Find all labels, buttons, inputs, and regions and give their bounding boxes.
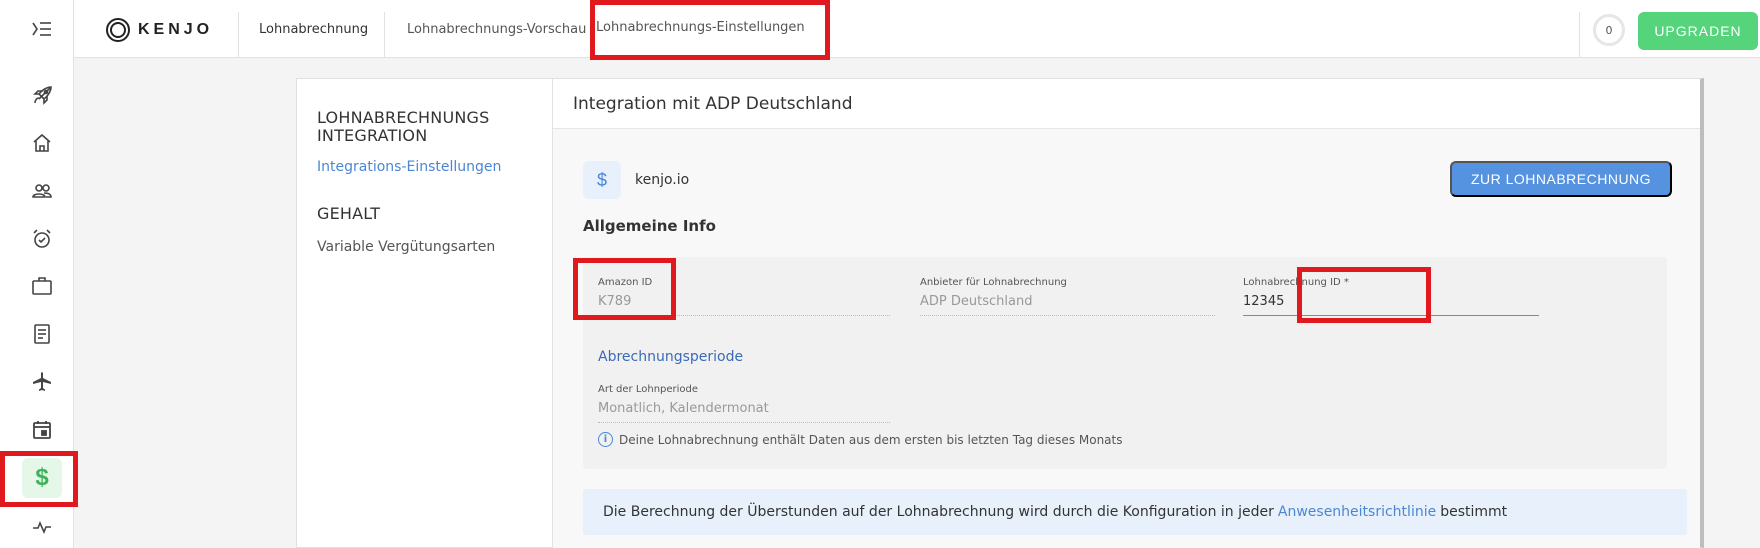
kenjo-logo[interactable]: KENJO xyxy=(106,18,213,42)
rail-item-people[interactable] xyxy=(22,171,62,211)
pay-period-label: Art der Lohnperiode xyxy=(598,384,699,395)
rocket-icon xyxy=(33,86,52,105)
pay-period-field[interactable]: Art der Lohnperiode Monatlich, Kalenderm… xyxy=(598,384,890,423)
pay-period-note: i Deine Lohnabrechnung enthält Daten aus… xyxy=(598,432,1123,447)
subnav-link-variable-pay[interactable]: Variable Vergütungsarten xyxy=(317,239,495,255)
integration-content: Integration mit ADP Deutschland $ kenjo.… xyxy=(553,79,1700,548)
rail-item-home[interactable] xyxy=(22,123,62,163)
tab-lohnabrechnungs-einstellungen[interactable]: Lohnabrechnungs-Einstellungen xyxy=(596,0,805,58)
banner-text-after: bestimmt xyxy=(1440,504,1508,520)
rail-item-calendar[interactable] xyxy=(22,410,62,450)
activity-icon xyxy=(33,520,51,535)
top-bar: KENJO Lohnabrechnung Lohnabrechnungs-Vor… xyxy=(74,0,1760,58)
general-info-box: Amazon ID K789 Anbieter für Lohnabrechnu… xyxy=(583,257,1667,469)
pay-period-value: Monatlich, Kalendermonat xyxy=(598,401,890,423)
rail-item-time-off[interactable] xyxy=(22,362,62,402)
left-rail: $ xyxy=(0,0,74,548)
go-to-payroll-button[interactable]: ZUR LOHNABRECHNUNG xyxy=(1450,161,1672,197)
provider-value: ADP Deutschland xyxy=(920,294,1215,316)
content-body: $ kenjo.io ZUR LOHNABRECHNUNG Allgemeine… xyxy=(553,129,1700,548)
billing-period-title: Abrechnungsperiode xyxy=(598,349,744,365)
people-icon xyxy=(32,184,52,198)
payroll-id-input[interactable]: 12345 xyxy=(1243,294,1539,316)
tab-lohnabrechnungs-vorschau[interactable]: Lohnabrechnungs-Vorschau xyxy=(407,0,586,58)
rail-item-rocket[interactable] xyxy=(22,76,62,116)
integration-brand: $ kenjo.io xyxy=(583,161,689,199)
brand-name: kenjo.io xyxy=(635,172,690,188)
briefcase-icon xyxy=(32,277,52,295)
dollar-icon: $ xyxy=(35,464,49,491)
pay-period-note-text: Deine Lohnabrechnung enthält Daten aus d… xyxy=(619,432,1123,447)
content-title: Integration mit ADP Deutschland xyxy=(553,79,1700,129)
calendar-icon xyxy=(33,421,51,439)
tab-lohnabrechnung[interactable]: Lohnabrechnung xyxy=(259,0,368,58)
upgrade-button[interactable]: UPGRADEN xyxy=(1638,12,1758,50)
settings-card: LOHNABRECHNUNGS INTEGRATION Integrations… xyxy=(296,78,1704,548)
home-icon xyxy=(33,133,51,152)
rail-item-documents[interactable] xyxy=(22,314,62,354)
app: $ KENJO Lohnabrechnung Lohnabrechnungs-V… xyxy=(0,0,1760,548)
provider-label: Anbieter für Lohnabrechnung xyxy=(920,277,1067,288)
amazon-id-label: Amazon ID xyxy=(598,277,653,288)
alarm-clock-icon xyxy=(33,229,51,248)
payroll-id-field[interactable]: Lohnabrechnung ID * 12345 xyxy=(1243,277,1539,316)
amazon-id-field[interactable]: Amazon ID K789 xyxy=(598,277,890,316)
general-info-title: Allgemeine Info xyxy=(583,217,716,235)
airplane-icon xyxy=(33,372,51,391)
rail-item-payroll[interactable]: $ xyxy=(22,458,62,498)
document-icon xyxy=(34,324,50,344)
menu-toggle-icon[interactable] xyxy=(28,18,56,40)
logo-text: KENJO xyxy=(138,21,214,38)
divider xyxy=(238,12,239,58)
notification-counter[interactable]: 0 xyxy=(1593,14,1625,46)
divider xyxy=(384,12,385,58)
rail-item-attendance[interactable] xyxy=(22,219,62,259)
overtime-banner: Die Berechnung der Überstunden auf der L… xyxy=(583,489,1687,535)
subnav-section-integration: LOHNABRECHNUNGS INTEGRATION xyxy=(317,108,490,145)
amazon-id-value: K789 xyxy=(598,294,890,316)
banner-text-before: Die Berechnung der Überstunden auf der L… xyxy=(603,504,1274,520)
divider xyxy=(1579,12,1580,58)
payroll-id-label: Lohnabrechnung ID * xyxy=(1243,277,1349,288)
settings-subnav: LOHNABRECHNUNGS INTEGRATION Integrations… xyxy=(297,79,553,548)
provider-field[interactable]: Anbieter für Lohnabrechnung ADP Deutschl… xyxy=(920,277,1215,316)
subnav-link-integration-settings[interactable]: Integrations-Einstellungen xyxy=(317,159,501,175)
attendance-policy-link[interactable]: Anwesenheitsrichtlinie xyxy=(1278,504,1436,520)
info-icon: i xyxy=(598,432,613,447)
rail-item-activity[interactable] xyxy=(22,507,62,547)
subnav-section-salary: GEHALT xyxy=(317,204,381,223)
rail-item-recruiting[interactable] xyxy=(22,266,62,306)
dollar-icon: $ xyxy=(583,161,621,199)
logo-mark-icon xyxy=(106,18,130,42)
